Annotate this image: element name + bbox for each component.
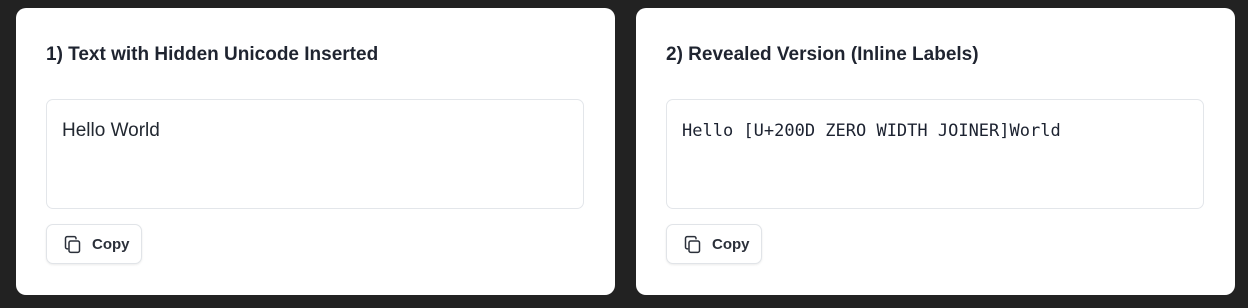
revealed-version-panel: 2) Revealed Version (Inline Labels) Hell…	[636, 8, 1235, 295]
copy-button-label: Copy	[712, 235, 750, 253]
hidden-text-content: Hello World	[62, 120, 160, 141]
copy-icon	[684, 235, 701, 253]
hidden-unicode-panel: 1) Text with Hidden Unicode Inserted Hel…	[16, 8, 615, 295]
hidden-text-output[interactable]: Hello World	[46, 99, 584, 209]
panel-title: 2) Revealed Version (Inline Labels)	[666, 44, 979, 65]
copy-icon	[64, 235, 81, 253]
app-stage: 1) Text with Hidden Unicode Inserted Hel…	[0, 0, 1248, 308]
revealed-text-output[interactable]: Hello [U+200D ZERO WIDTH JOINER]World	[666, 99, 1204, 209]
copy-revealed-text-button[interactable]: Copy	[666, 224, 762, 264]
revealed-text-content: Hello [U+200D ZERO WIDTH JOINER]World	[682, 121, 1061, 141]
copy-button-label: Copy	[92, 235, 130, 253]
panel-title: 1) Text with Hidden Unicode Inserted	[46, 44, 379, 65]
copy-hidden-text-button[interactable]: Copy	[46, 224, 142, 264]
